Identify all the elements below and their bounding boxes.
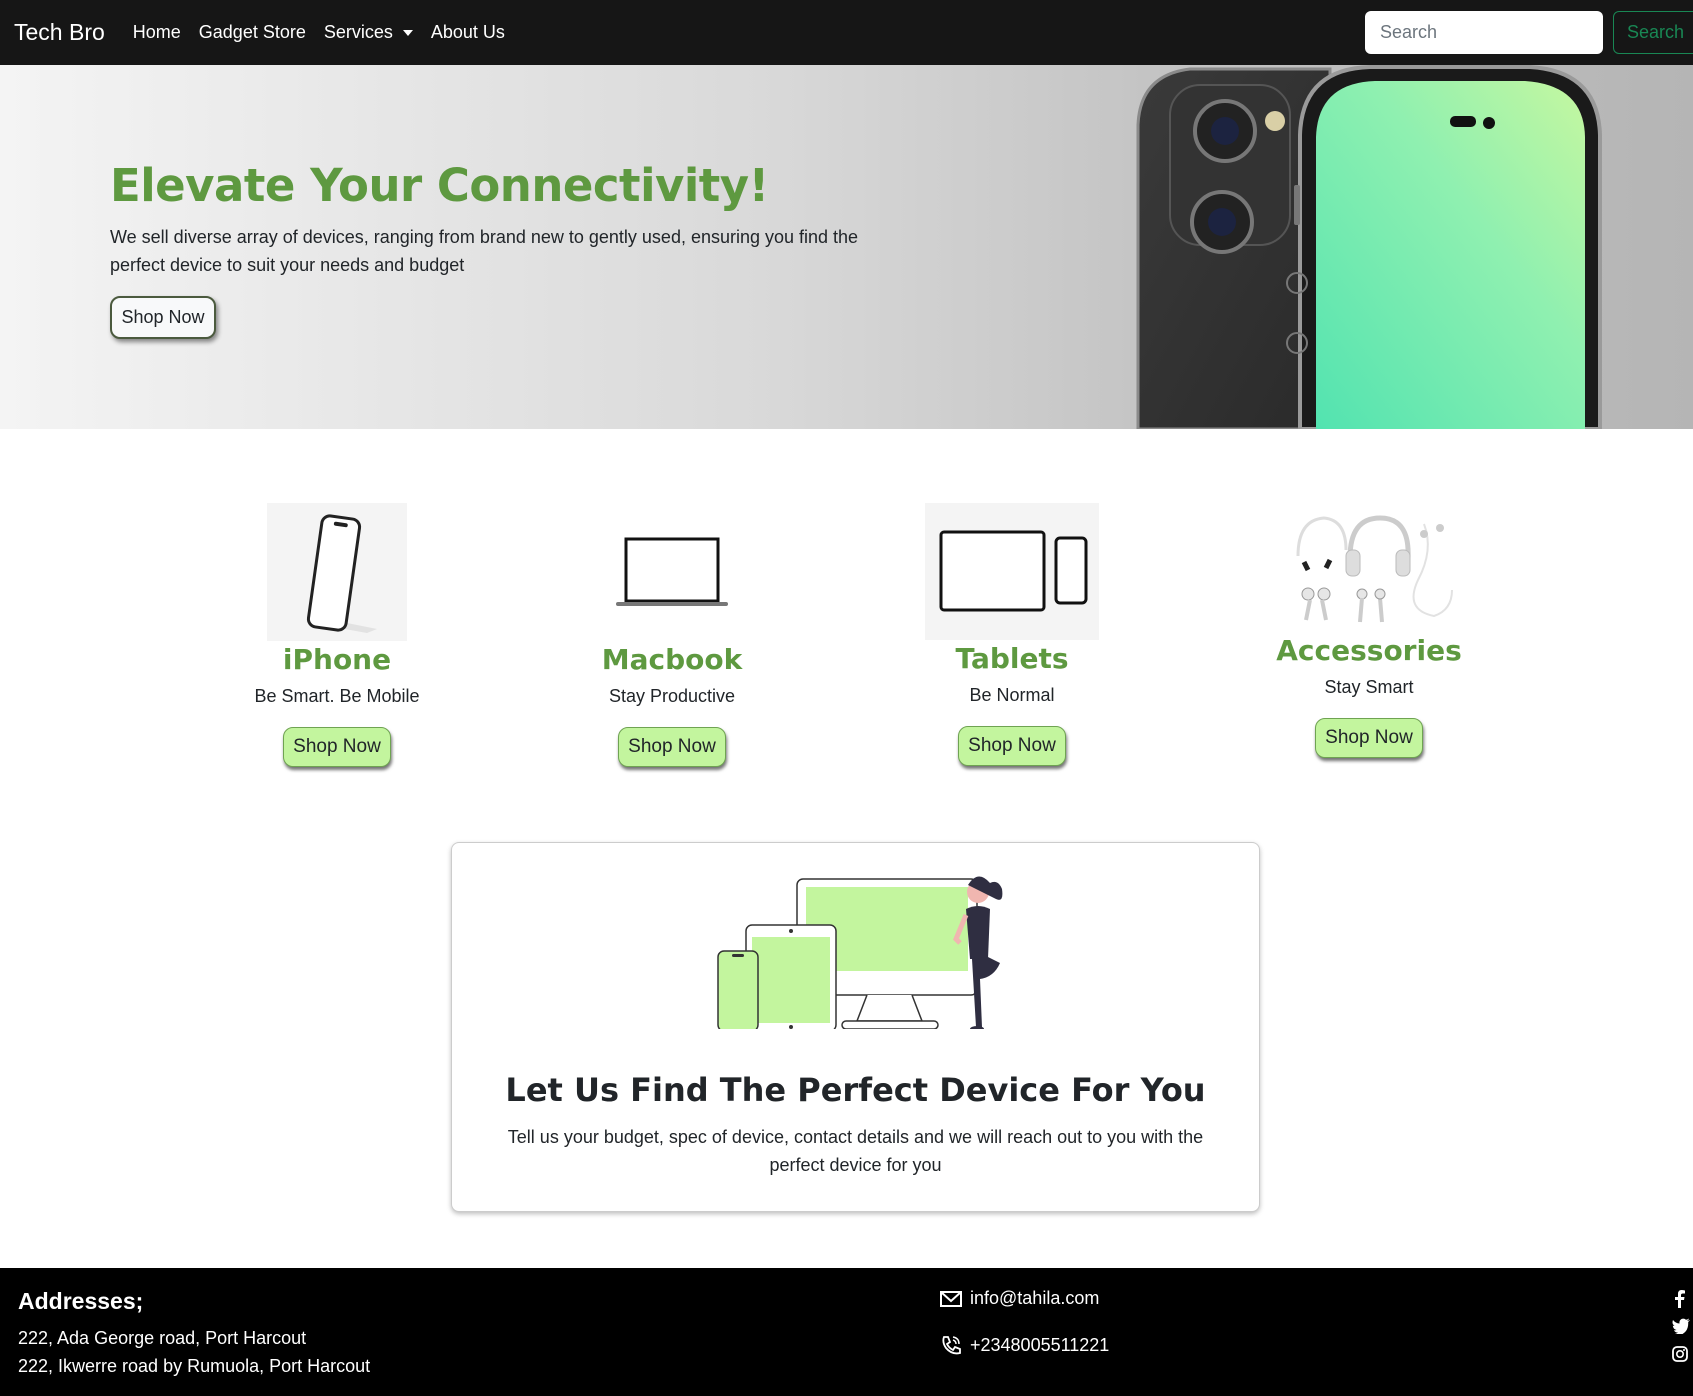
category-subtitle: Stay Productive — [608, 686, 736, 706]
accessories-shop-now-button[interactable]: Shop Now — [1315, 718, 1423, 758]
category-title: Macbook — [601, 643, 743, 676]
nav-home[interactable]: Home — [133, 22, 181, 43]
category-subtitle: Stay Smart — [1324, 677, 1414, 697]
category-tablets: Tablets Be Normal Shop Now — [882, 503, 1142, 766]
phone-text: +2348005511221 — [970, 1334, 1110, 1355]
category-title: Accessories — [1276, 634, 1462, 667]
search-input[interactable] — [1365, 11, 1603, 54]
hero-shop-now-button[interactable]: Shop Now — [110, 296, 216, 339]
category-accessories: Accessories Stay Smart Shop Now — [1239, 510, 1499, 758]
instagram-icon[interactable] — [1672, 1346, 1688, 1362]
tablets-shop-now-button[interactable]: Shop Now — [958, 726, 1066, 766]
twitter-icon[interactable] — [1672, 1318, 1690, 1334]
brand-logo[interactable]: Tech Bro — [14, 19, 105, 46]
addresses-title: Addresses; — [18, 1288, 144, 1314]
device-finder-card[interactable]: Let Us Find The Perfect Device For You T… — [451, 842, 1260, 1212]
phone-contact[interactable]: +2348005511221 — [940, 1334, 1109, 1356]
caret-down-icon — [402, 29, 413, 36]
category-macbook: Macbook Stay Productive Shop Now — [542, 503, 802, 767]
nav-gadget-store[interactable]: Gadget Store — [199, 22, 306, 43]
category-subtitle: Be Normal — [969, 685, 1055, 705]
macbook-shop-now-button[interactable]: Shop Now — [618, 727, 726, 767]
devices-illustration — [717, 876, 1003, 1029]
hero-phone-image — [1136, 65, 1602, 429]
mail-icon — [940, 1290, 962, 1307]
iphone-image — [267, 503, 407, 641]
navbar: Tech Bro Home Gadget Store Services Abou… — [0, 0, 1693, 65]
tablets-image — [925, 503, 1099, 640]
nav-about-us[interactable]: About Us — [431, 22, 505, 43]
hero-description: We sell diverse array of devices, rangin… — [110, 227, 859, 275]
address-line: 222, Ada George road, Port Harcout — [18, 1328, 307, 1348]
finder-title: Let Us Find The Perfect Device For You — [505, 1071, 1206, 1109]
nav-services-dropdown[interactable]: Services — [324, 22, 413, 43]
finder-description: Tell us your budget, spec of device, con… — [507, 1127, 1204, 1175]
email-contact[interactable]: info@tahila.com — [940, 1288, 1099, 1309]
address-line: 222, Ikwerre road by Rumuola, Port Harco… — [18, 1356, 371, 1376]
footer: Addresses; 222, Ada George road, Port Ha… — [0, 1268, 1693, 1396]
nav-services-label: Services — [323, 22, 393, 42]
phone-icon — [942, 1336, 961, 1355]
facebook-icon[interactable] — [1672, 1290, 1688, 1308]
macbook-image — [616, 537, 728, 606]
category-iphone: iPhone Be Smart. Be Mobile Shop Now — [207, 503, 467, 767]
hero-title: Elevate Your Connectivity! — [110, 159, 769, 212]
search-button[interactable]: Search — [1613, 11, 1693, 54]
iphone-shop-now-button[interactable]: Shop Now — [283, 727, 391, 767]
category-subtitle: Be Smart. Be Mobile — [254, 686, 420, 706]
category-title: iPhone — [282, 643, 392, 676]
accessories-image — [1296, 515, 1453, 623]
category-title: Tablets — [955, 642, 1069, 675]
email-text: info@tahila.com — [970, 1288, 1100, 1308]
hero-banner: Elevate Your Connectivity! We sell diver… — [0, 65, 1693, 429]
